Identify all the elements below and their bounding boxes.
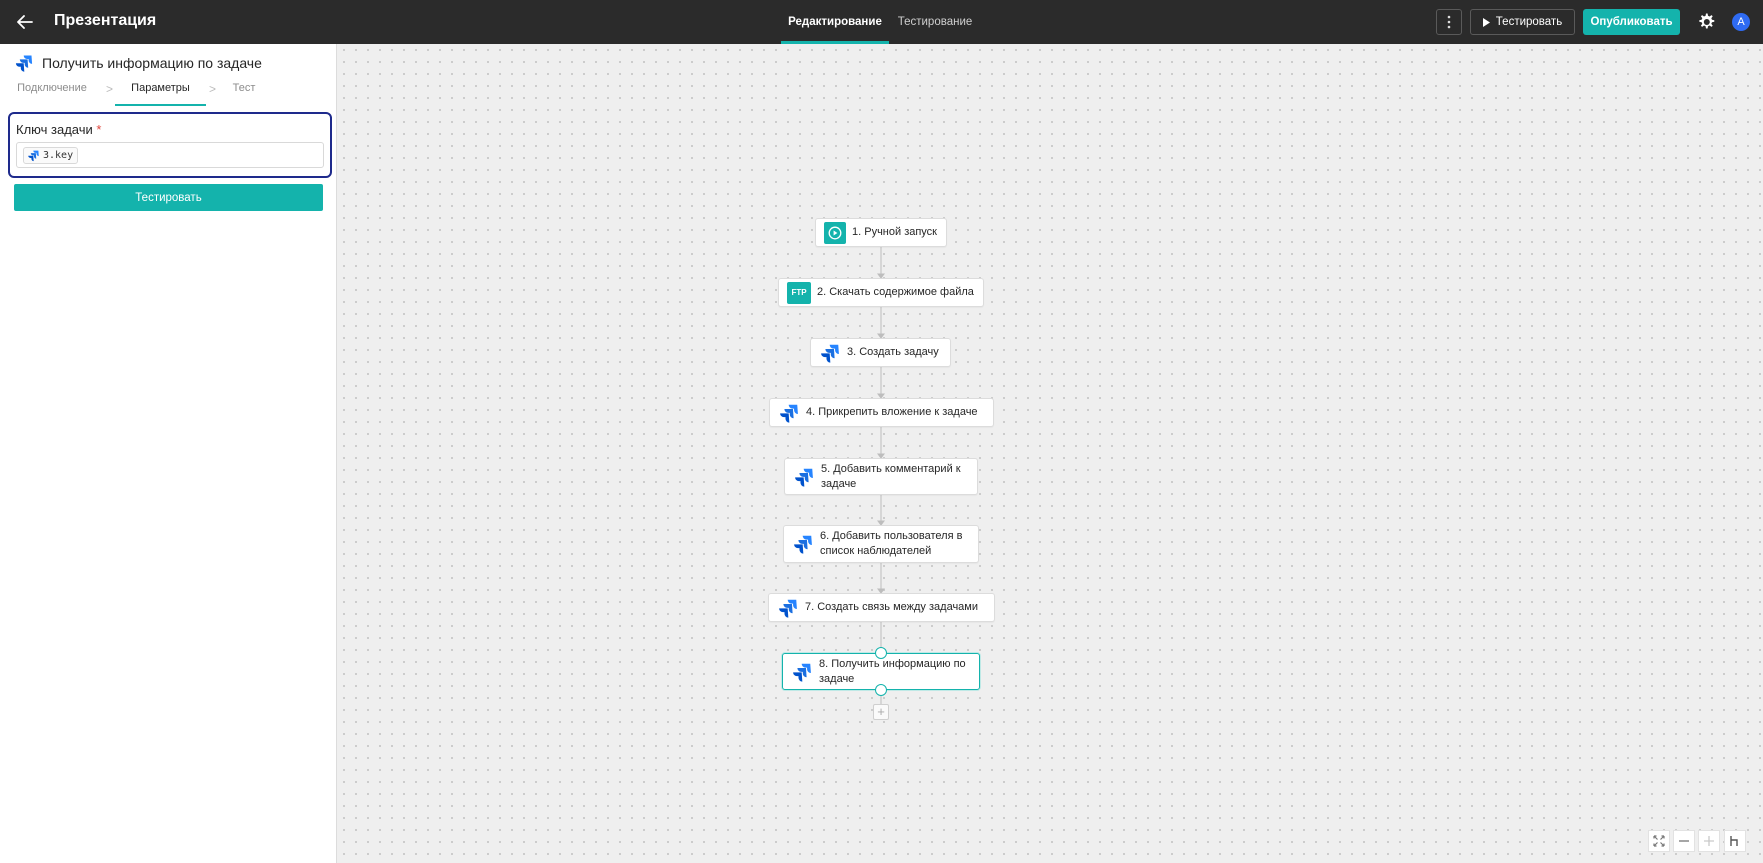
flow-canvas[interactable]: 1. Ручной запуск FTP 2. Скачать содержим… xyxy=(338,44,1763,863)
required-marker: * xyxy=(96,122,102,137)
fit-view-icon[interactable] xyxy=(1648,830,1670,852)
gear-icon[interactable] xyxy=(1696,12,1716,32)
chevron-right-icon: > xyxy=(209,82,217,96)
task-key-label-text: Ключ задачи xyxy=(16,122,93,137)
tab-testing[interactable]: Тестирование xyxy=(893,0,977,44)
flow-step-7[interactable]: 7. Создать связь между задачами xyxy=(768,593,995,622)
kebab-icon xyxy=(1447,15,1451,29)
flow-step-label: 7. Создать связь между задачами xyxy=(805,601,978,613)
output-port[interactable] xyxy=(875,684,887,696)
flow-step-5[interactable]: 5. Добавить комментарий к задаче xyxy=(784,458,978,495)
task-key-label: Ключ задачи * xyxy=(16,122,101,137)
app-title: Презентация xyxy=(54,12,157,29)
flow-step-3[interactable]: 3. Создать задачу xyxy=(810,338,951,367)
run-test-label: Тестировать xyxy=(1495,16,1563,28)
zoom-out-icon[interactable] xyxy=(1673,830,1695,852)
run-test-button[interactable]: Тестировать xyxy=(1470,9,1575,35)
test-step-button[interactable]: Тестировать xyxy=(14,184,323,211)
flow-step-2[interactable]: FTP 2. Скачать содержимое файла xyxy=(778,278,984,307)
task-key-field-group: Ключ задачи * 3.key xyxy=(8,112,332,178)
panel-header: Получить информацию по задаче xyxy=(14,53,262,73)
flow-step-label: 3. Создать задачу xyxy=(847,346,939,358)
input-port[interactable] xyxy=(875,647,887,659)
variable-chip-value: 3.key xyxy=(43,150,74,161)
tab-parameters[interactable]: Параметры xyxy=(115,82,206,106)
ftp-icon: FTP xyxy=(787,281,811,304)
layout-icon[interactable] xyxy=(1724,830,1746,852)
flow-connectors xyxy=(877,247,885,706)
variable-chip[interactable]: 3.key xyxy=(23,147,79,164)
tab-editing[interactable]: Редактирование xyxy=(781,0,889,44)
play-icon xyxy=(1482,17,1490,27)
flow-step-1[interactable]: 1. Ручной запуск xyxy=(815,218,947,247)
jira-icon xyxy=(819,342,841,364)
jira-icon xyxy=(793,466,815,488)
flow-step-label: 2. Скачать содержимое файла xyxy=(817,286,974,298)
flow-step-label: 1. Ручной запуск xyxy=(852,226,937,238)
flow-step-label: 8. Получить информацию по задаче xyxy=(819,657,966,685)
jira-icon xyxy=(791,661,813,683)
jira-icon xyxy=(778,402,800,424)
flow-step-label: 5. Добавить комментарий к задаче xyxy=(821,462,961,490)
publish-button[interactable]: Опубликовать xyxy=(1583,9,1680,35)
top-bar: Презентация Редактирование Тестирование … xyxy=(0,0,1763,44)
play-icon xyxy=(824,221,846,244)
back-arrow-icon[interactable] xyxy=(14,11,36,33)
panel-step-tabs: Подключение > Параметры > Тест xyxy=(0,82,337,106)
flow-step-label: 4. Прикрепить вложение к задаче xyxy=(806,406,978,418)
add-step-button[interactable]: + xyxy=(873,704,889,720)
jira-icon xyxy=(27,149,40,162)
panel-title: Получить информацию по задаче xyxy=(42,55,262,71)
flow-step-6[interactable]: 6. Добавить пользователя в список наблюд… xyxy=(783,525,979,563)
step-settings-panel: Получить информацию по задаче Подключени… xyxy=(0,44,337,863)
jira-icon xyxy=(777,597,799,619)
zoom-in-icon[interactable] xyxy=(1698,830,1720,852)
flow-step-4[interactable]: 4. Прикрепить вложение к задаче xyxy=(769,398,994,427)
tab-test[interactable]: Тест xyxy=(228,82,260,104)
avatar[interactable]: A xyxy=(1732,13,1750,31)
jira-icon xyxy=(792,533,814,555)
flow-step-label: 6. Добавить пользователя в список наблюд… xyxy=(820,530,963,557)
more-menu-button[interactable] xyxy=(1436,9,1462,35)
chevron-right-icon: > xyxy=(106,82,114,96)
task-key-input[interactable]: 3.key xyxy=(16,142,324,168)
jira-icon xyxy=(14,53,34,73)
tab-connection[interactable]: Подключение xyxy=(15,82,89,104)
